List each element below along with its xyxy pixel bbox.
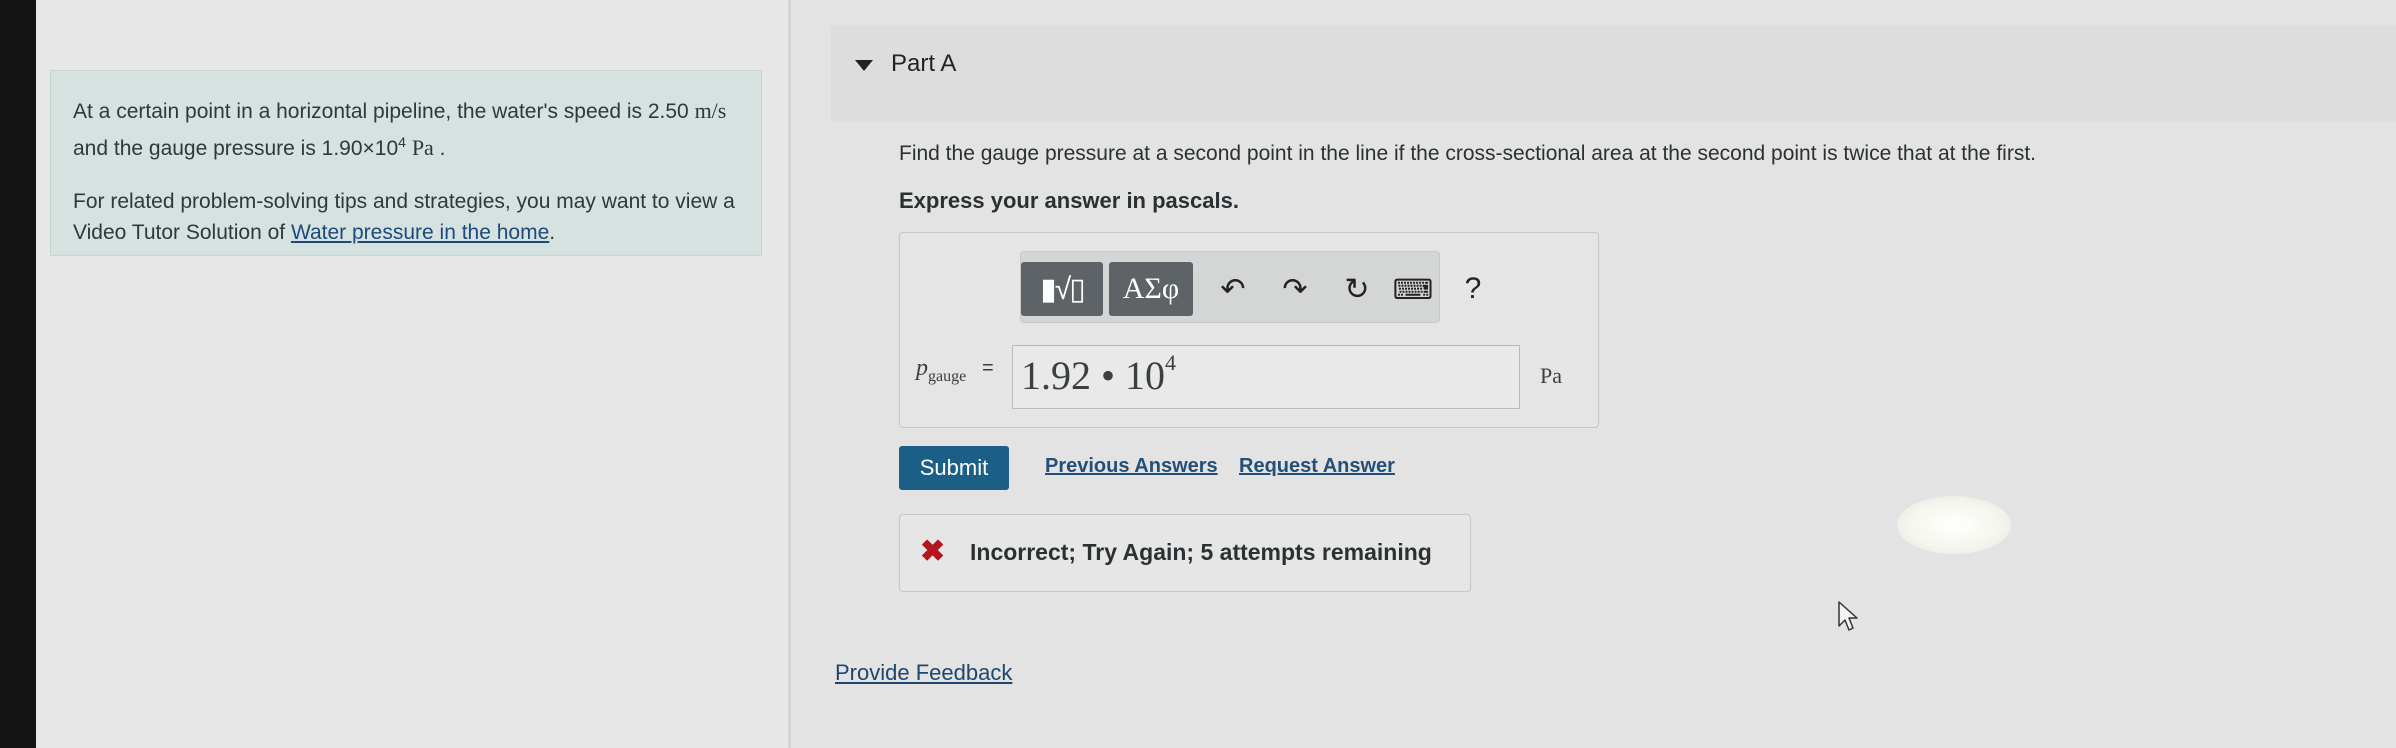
templates-button[interactable]: ▮√▯: [1021, 262, 1103, 316]
part-header[interactable]: Part A: [831, 26, 2396, 122]
answer-pane: Part A Find the gauge pressure at a seco…: [791, 0, 2396, 748]
part-title: Part A: [891, 50, 957, 77]
undo-icon[interactable]: ↶: [1213, 266, 1253, 312]
collapse-caret-icon[interactable]: [855, 60, 873, 71]
problem-statement: At a certain point in a horizontal pipel…: [50, 70, 762, 256]
problem-text: At a certain point in a horizontal pipel…: [73, 98, 727, 160]
screen-bezel: [0, 0, 36, 748]
variable-label: pgauge: [916, 355, 967, 385]
screen-glare: [1897, 496, 2011, 554]
feedback-message: ✖ Incorrect; Try Again; 5 attempts remai…: [899, 514, 1471, 592]
provide-feedback-link[interactable]: Provide Feedback: [835, 660, 1012, 686]
answer-exponent: 4: [1165, 350, 1177, 375]
greek-symbols-button[interactable]: ΑΣφ: [1109, 262, 1193, 316]
help-button[interactable]: ?: [1453, 266, 1493, 312]
unit-label: Pa: [1540, 363, 1562, 388]
reset-icon[interactable]: ↻: [1337, 266, 1377, 312]
equals-sign: =: [982, 357, 994, 379]
tip-text: For related problem-solving tips and str…: [73, 190, 735, 244]
request-answer-link[interactable]: Request Answer: [1239, 455, 1395, 478]
submit-button[interactable]: Submit: [899, 446, 1009, 490]
pressure-exponent: 4: [398, 134, 406, 150]
pressure-unit: Pa: [411, 135, 434, 160]
question-text: Find the gauge pressure at a second poin…: [899, 142, 2036, 165]
speed-unit: m/s: [694, 98, 727, 123]
keyboard-icon[interactable]: ⌨: [1393, 266, 1433, 312]
redo-icon[interactable]: ↷: [1275, 266, 1315, 312]
answer-entry-box: ▮√▯ ΑΣφ ↶ ↷ ↻ ⌨ ? pgauge = 1.92 • 104 Pa: [899, 232, 1599, 428]
mouse-cursor-icon: [1838, 601, 1858, 631]
video-tutor-link[interactable]: Water pressure in the home: [291, 221, 549, 244]
previous-answers-link[interactable]: Previous Answers: [1045, 455, 1218, 478]
incorrect-x-icon: ✖: [920, 535, 946, 568]
math-toolbar: ▮√▯ ΑΣφ ↶ ↷ ↻ ⌨ ?: [1020, 251, 1481, 323]
instruction-text: Express your answer in pascals.: [899, 188, 1239, 213]
problem-pane: At a certain point in a horizontal pipel…: [36, 0, 788, 748]
answer-input[interactable]: 1.92 • 104: [1012, 345, 1520, 409]
feedback-text: Incorrect; Try Again; 5 attempts remaini…: [970, 539, 1432, 565]
